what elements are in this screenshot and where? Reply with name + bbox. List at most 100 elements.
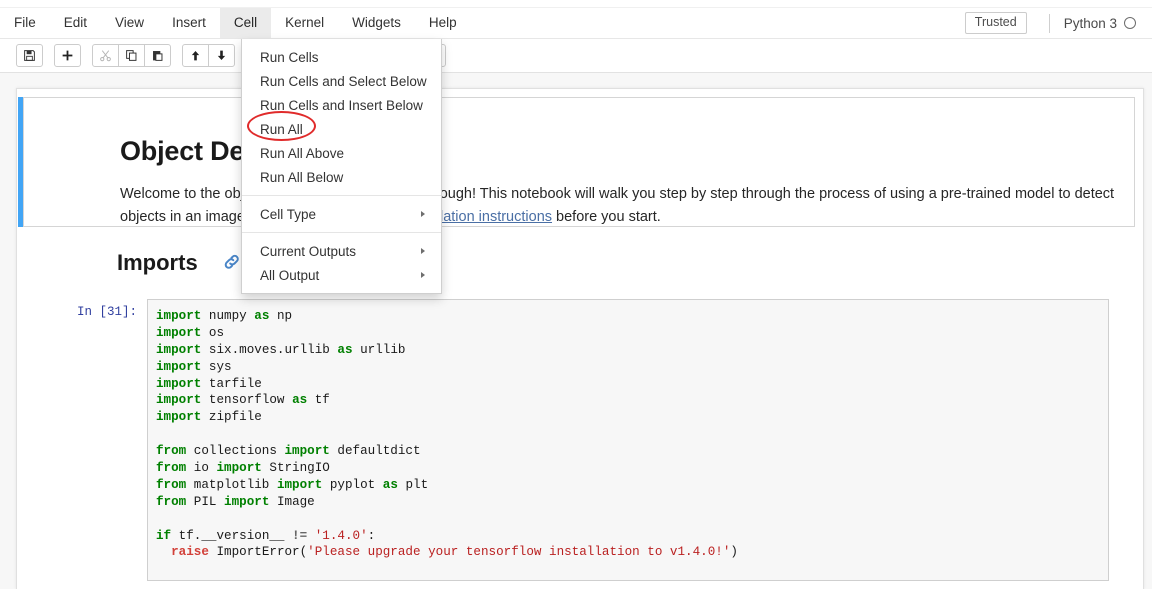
trusted-badge[interactable]: Trusted <box>965 12 1027 34</box>
menu-items-host: FileEditViewInsertCellKernelWidgetsHelp <box>0 8 471 38</box>
menu-option-run-all[interactable]: Run All <box>242 117 441 141</box>
code-editor-area[interactable]: import numpy as npimport osimport six.mo… <box>147 299 1109 581</box>
code-token: ImportError( <box>209 545 307 559</box>
code-line: from collections import defaultdict <box>156 443 1108 460</box>
paste-icon <box>151 49 164 62</box>
code-token: np <box>269 309 292 323</box>
code-token: six.moves.urllib <box>201 343 337 357</box>
menu-option-label: Run Cells and Insert Below <box>260 98 423 113</box>
code-line: import six.moves.urllib as urllib <box>156 342 1108 359</box>
code-token: defaultdict <box>330 444 421 458</box>
menu-item-file[interactable]: File <box>0 8 50 38</box>
anchor-link-icon[interactable] <box>224 253 240 271</box>
menu-option-current-outputs[interactable]: Current Outputs <box>242 239 441 263</box>
code-line <box>156 426 1108 443</box>
menu-option-label: Run All <box>260 122 303 137</box>
plus-icon <box>61 49 74 62</box>
code-token: import <box>156 360 201 374</box>
code-token: import <box>156 410 201 424</box>
code-token: from <box>156 461 186 475</box>
menu-option-label: Run All Below <box>260 170 343 185</box>
kernel-name-label: Python 3 <box>1064 16 1117 31</box>
code-token: urllib <box>353 343 406 357</box>
code-line: from io import StringIO <box>156 460 1108 477</box>
code-token: tensorflow <box>201 393 292 407</box>
menu-separator <box>242 195 441 196</box>
menu-option-label: All Output <box>260 268 319 283</box>
cut-cell-button[interactable] <box>92 44 119 67</box>
code-token <box>156 545 171 559</box>
code-line <box>156 511 1108 528</box>
arrow-down-icon <box>215 49 228 62</box>
code-token: PIL <box>186 495 224 509</box>
copy-cell-button[interactable] <box>118 44 145 67</box>
menu-item-edit[interactable]: Edit <box>50 8 101 38</box>
code-token: sys <box>201 360 231 374</box>
move-up-button[interactable] <box>182 44 209 67</box>
code-cell-imports[interactable]: In [31]: import numpy as npimport osimpo… <box>53 301 1109 581</box>
code-line: if tf.__version__ != '1.4.0': <box>156 528 1108 545</box>
code-token: as <box>383 478 398 492</box>
code-token: if <box>156 529 171 543</box>
copy-icon <box>125 49 138 62</box>
code-line: import numpy as np <box>156 308 1108 325</box>
code-line: from PIL import Image <box>156 494 1108 511</box>
move-down-button[interactable] <box>208 44 235 67</box>
jupyter-notebook-window: FileEditViewInsertCellKernelWidgetsHelp … <box>0 0 1152 589</box>
menubar-right-group: Trusted Python 3 <box>965 8 1152 38</box>
code-token: import <box>156 377 201 391</box>
menu-item-help[interactable]: Help <box>415 8 471 38</box>
code-token: != <box>292 529 307 543</box>
code-token: import <box>224 495 269 509</box>
menu-option-label: Current Outputs <box>260 244 356 259</box>
toolbar-group-insert <box>54 44 81 67</box>
menu-item-widgets[interactable]: Widgets <box>338 8 415 38</box>
notebook-page: Object Detection Demo Welcome to the obj… <box>16 88 1144 589</box>
menubar-divider <box>1049 14 1050 33</box>
browser-top-strip <box>0 0 1152 8</box>
menu-item-kernel[interactable]: Kernel <box>271 8 338 38</box>
paste-cell-button[interactable] <box>144 44 171 67</box>
menu-option-cell-type[interactable]: Cell Type <box>242 202 441 226</box>
menu-item-insert[interactable]: Insert <box>158 8 220 38</box>
code-token: tf.__version__ <box>171 529 292 543</box>
menu-item-cell[interactable]: Cell <box>220 8 271 38</box>
code-token: numpy <box>201 309 254 323</box>
code-token <box>307 529 315 543</box>
cell-selection-bar <box>18 97 23 227</box>
cell-menu-dropdown[interactable]: Run Cells Run Cells and Select Below Run C… <box>241 39 442 294</box>
code-token: Image <box>269 495 314 509</box>
menu-option-run-cells-and-insert-below[interactable]: Run Cells and Insert Below <box>242 93 441 117</box>
menu-option-all-output[interactable]: All Output <box>242 263 441 287</box>
intro-paragraph-post: before you start. <box>552 209 661 225</box>
menu-bar: FileEditViewInsertCellKernelWidgetsHelp … <box>0 8 1152 39</box>
insert-cell-button[interactable] <box>54 44 81 67</box>
code-token: os <box>201 326 224 340</box>
submenu-arrow-icon <box>421 248 425 254</box>
submenu-arrow-icon <box>421 211 425 217</box>
code-token: '1.4.0' <box>315 529 368 543</box>
code-line: import os <box>156 325 1108 342</box>
markdown-cell-object-detection[interactable]: Object Detection Demo Welcome to the obj… <box>23 97 1135 227</box>
code-token: io <box>186 461 216 475</box>
code-token: pyplot <box>322 478 382 492</box>
code-token: raise <box>171 545 209 559</box>
save-button[interactable] <box>16 44 43 67</box>
menu-option-run-all-below[interactable]: Run All Below <box>242 165 441 189</box>
code-token: ) <box>730 545 738 559</box>
code-line: import tensorflow as tf <box>156 392 1108 409</box>
menu-option-run-all-above[interactable]: Run All Above <box>242 141 441 165</box>
menu-option-label: Cell Type <box>260 207 316 222</box>
code-token: import <box>156 326 201 340</box>
code-token: import <box>277 478 322 492</box>
imports-heading: Imports <box>117 250 198 276</box>
menu-item-view[interactable]: View <box>101 8 158 38</box>
code-line: import sys <box>156 359 1108 376</box>
menu-option-label: Run Cells and Select Below <box>260 74 427 89</box>
menu-option-run-cells-and-select-below[interactable]: Run Cells and Select Below <box>242 69 441 93</box>
kernel-idle-indicator-icon <box>1124 17 1136 29</box>
menu-option-run-cells[interactable]: Run Cells <box>242 45 441 69</box>
code-token: tarfile <box>201 377 261 391</box>
code-token: import <box>156 343 201 357</box>
menu-separator <box>242 232 441 233</box>
